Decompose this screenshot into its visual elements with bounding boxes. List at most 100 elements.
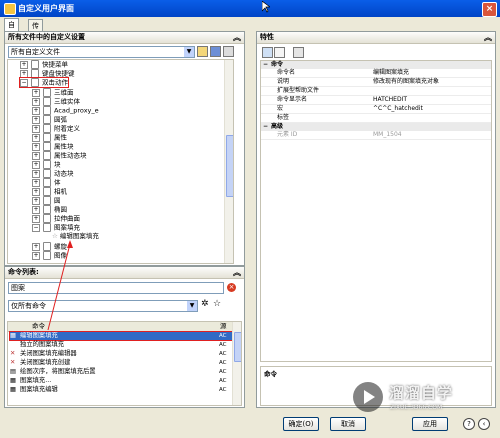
expand-icon[interactable]: + (32, 142, 40, 151)
category-advanced[interactable]: − 高级 (261, 123, 491, 131)
tree-item-shortcut-menus[interactable]: + 快捷菜单 (20, 60, 68, 69)
collapse-icon[interactable]: ︽ (233, 267, 241, 278)
command-label: 关闭图案填充编辑器 (20, 350, 77, 357)
tree-item-block[interactable]: + 块 (32, 160, 61, 169)
expand-icon[interactable]: + (32, 124, 40, 133)
expand-icon[interactable]: + (32, 205, 40, 214)
expand-icon[interactable]: + (32, 160, 40, 169)
expand-icon[interactable]: + (20, 60, 28, 69)
tree-item-arc[interactable]: + 圆弧 (32, 115, 67, 124)
tree-item-attribute-block[interactable]: + 属性块 (32, 142, 74, 151)
command-scroll-thumb[interactable] (234, 332, 241, 362)
tree-item-double-click-actions[interactable]: − 双击动作 (19, 77, 69, 88)
tree-item-3dface[interactable]: + 三维面 (32, 88, 74, 97)
tree-item-dynamic-block[interactable]: + 动态块 (32, 169, 74, 178)
tree-item-acad-proxy[interactable]: + Acad_proxy_e (32, 106, 99, 115)
expand-icon[interactable]: + (32, 133, 40, 142)
ok-button[interactable]: 确定(O) (283, 417, 319, 431)
category-command[interactable]: − 命令 (261, 61, 491, 69)
command-list-scrollbar[interactable] (232, 322, 241, 405)
collapse-node-icon[interactable]: − (263, 61, 268, 69)
expand-icon[interactable]: + (32, 196, 40, 205)
command-row[interactable]: ▦ 图案填充编辑 AC (10, 386, 232, 394)
collapse-icon[interactable]: ︽ (484, 32, 492, 43)
tree-item-3dsolid[interactable]: + 三维实体 (32, 97, 80, 106)
clear-search-icon[interactable]: × (227, 283, 236, 292)
cancel-button[interactable]: 取消 (330, 417, 366, 431)
close-button[interactable]: × (482, 2, 497, 17)
node-icon (43, 142, 51, 151)
property-pages-icon[interactable] (293, 47, 304, 58)
command-row[interactable]: ▦ 图案填充... AC (10, 377, 232, 385)
collapse-node-icon[interactable]: − (20, 78, 28, 87)
tree-item-attribute[interactable]: + 属性 (32, 133, 67, 142)
command-row[interactable]: ✕ 关闭图案填充创建 AC (10, 359, 232, 367)
tree-item-ellipse[interactable]: + 椭圆 (32, 205, 67, 214)
collapse-node-icon[interactable]: − (32, 223, 40, 232)
categorized-icon[interactable] (262, 47, 273, 58)
chevron-down-icon[interactable]: ▼ (184, 47, 194, 57)
command-row[interactable]: ▤ 绘图次序，将图案填充后置 AC (10, 368, 232, 376)
display-filter-icon[interactable] (223, 46, 234, 57)
property-row[interactable]: 命令显示名 HATCHEDIT (261, 96, 491, 105)
tree-item-edit-hatch[interactable]: ☆ 编辑图案填充 (52, 232, 99, 241)
property-row[interactable]: 命令名 编辑图案填充 (261, 69, 491, 78)
property-row[interactable]: 扩展型帮助文件 (261, 87, 491, 96)
more-icon[interactable]: ‹ (478, 418, 490, 430)
collapse-icon[interactable]: ︽ (233, 32, 241, 43)
tree-item-camera[interactable]: + 相机 (32, 187, 67, 196)
properties-title: 特性 (260, 33, 274, 41)
property-value[interactable]: 修改现有的图案填充对象 (373, 78, 439, 86)
command-search-input[interactable]: 图案 (8, 282, 224, 294)
customization-file-combo[interactable]: 所有自定义文件 ▼ (8, 46, 195, 58)
tree-item-body[interactable]: + 体 (32, 178, 61, 187)
tree-item-extruded-surface[interactable]: + 拉伸曲面 (32, 214, 80, 223)
tree-item-hatch[interactable]: − 图案填充 (32, 223, 80, 232)
open-file-icon[interactable] (197, 46, 208, 57)
expand-icon[interactable]: + (32, 178, 40, 187)
property-value[interactable]: 编辑图案填充 (373, 69, 409, 77)
tree-item-attribute-dynamic-block[interactable]: + 属性动态块 (32, 151, 87, 160)
command-source: AC (219, 369, 227, 375)
expand-icon[interactable]: + (32, 251, 40, 260)
expand-icon[interactable]: + (32, 97, 40, 106)
expand-icon[interactable]: + (32, 151, 40, 160)
expand-icon[interactable]: + (32, 242, 40, 251)
property-row[interactable]: 标签 (261, 114, 491, 123)
expand-icon[interactable]: + (32, 88, 40, 97)
command-filter-combo[interactable]: 仅所有命令 ▼ (8, 300, 198, 312)
tree-item-helix[interactable]: + 螺旋 (32, 242, 67, 251)
tree-scroll-thumb[interactable] (226, 135, 233, 197)
command-row[interactable]: ▦ 编辑图案填充 AC (9, 331, 233, 341)
star-new-icon[interactable]: ☆ (213, 299, 221, 309)
apply-button[interactable]: 应用 (412, 417, 448, 431)
property-row[interactable]: 说明 修改现有的图案填充对象 (261, 78, 491, 87)
tree-scrollbar[interactable] (224, 60, 233, 263)
tree-item-circle[interactable]: + 圆 (32, 196, 61, 205)
expand-icon[interactable]: + (32, 115, 40, 124)
save-icon[interactable] (210, 46, 221, 57)
expand-icon[interactable]: + (32, 187, 40, 196)
tree-item-label: 三维面 (54, 88, 74, 97)
property-row[interactable]: 宏 ^C^C_hatchedit (261, 105, 491, 114)
expand-icon[interactable]: + (32, 106, 40, 115)
alphabetical-icon[interactable] (274, 47, 285, 58)
new-command-icon[interactable]: ✲ (201, 299, 209, 309)
help-icon[interactable]: ? (463, 418, 475, 430)
collapse-node-icon[interactable]: − (263, 123, 268, 131)
expand-icon[interactable]: + (32, 169, 40, 178)
command-source: AC (219, 387, 227, 393)
property-value[interactable]: ^C^C_hatchedit (373, 105, 423, 113)
tree-item-image[interactable]: + 图像 (32, 251, 67, 260)
command-row[interactable]: ✕ 关闭图案填充编辑器 AC (10, 350, 232, 358)
category-label: 高级 (271, 123, 284, 130)
tree-item-keyboard-shortcuts[interactable]: + 键盘快捷键 (20, 69, 75, 78)
tree-item-attdef[interactable]: + 附着定义 (32, 124, 80, 133)
command-row[interactable]: 独立的图案填充 AC (10, 341, 232, 349)
expand-icon[interactable]: + (32, 214, 40, 223)
property-value[interactable]: HATCHEDIT (373, 96, 407, 104)
property-row[interactable]: 元素 ID MM_1504 (261, 131, 491, 140)
expand-icon[interactable]: + (20, 69, 28, 78)
chevron-down-icon[interactable]: ▼ (187, 301, 197, 311)
tab-customize[interactable]: 自定义 (4, 18, 19, 53)
